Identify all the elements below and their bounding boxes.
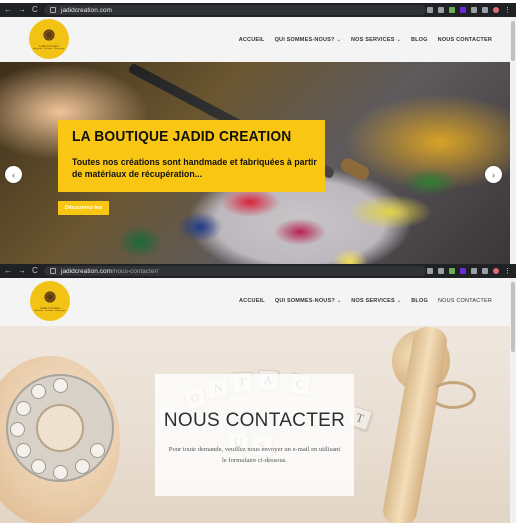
- extension-icon[interactable]: [449, 7, 455, 13]
- dial-hole: [90, 443, 105, 458]
- chevron-down-icon: ⌄: [336, 298, 342, 304]
- slider-prev-button[interactable]: ‹: [5, 166, 22, 183]
- menu-item-blog[interactable]: BLOG: [411, 37, 428, 43]
- address-bar[interactable]: jadidcreation.com: [44, 5, 426, 15]
- flower-icon: [42, 28, 56, 42]
- logo-tagline: Artisanat · Création · Recyclage: [33, 48, 65, 50]
- menu-item-blog[interactable]: BLOG: [411, 298, 428, 304]
- phone-cord-image: [430, 381, 476, 409]
- share-icon[interactable]: [427, 268, 433, 274]
- reload-icon[interactable]: C: [32, 6, 38, 14]
- site-logo[interactable]: Jadid Création Artisanat · Création · Re…: [30, 281, 70, 321]
- address-bar[interactable]: jadidcreation.com /nous-contacter/: [44, 266, 426, 276]
- dial-center-image: [36, 404, 84, 452]
- avatar[interactable]: [493, 7, 499, 13]
- lock-icon[interactable]: [50, 7, 56, 13]
- menu-item-accueil[interactable]: ACCUEIL: [239, 37, 265, 43]
- dial-hole: [16, 401, 31, 416]
- url-path: /nous-contacter/: [111, 267, 159, 275]
- menu-item-nous-contacter[interactable]: NOUS CONTACTER: [438, 298, 492, 304]
- chevron-down-icon: ⌄: [336, 37, 341, 43]
- dial-hole: [75, 459, 90, 474]
- menu-item-accueil[interactable]: ACCUEIL: [239, 298, 265, 304]
- chevron-down-icon: ⌄: [396, 298, 402, 304]
- scrollbar-thumb[interactable]: [511, 282, 515, 352]
- star-icon[interactable]: [438, 7, 444, 13]
- browser-nav: ← → C: [0, 6, 44, 14]
- puzzle-icon[interactable]: [471, 7, 477, 13]
- star-icon[interactable]: [438, 268, 444, 274]
- browser-toolbar: ← → C jadidcreation.com ⋮: [0, 3, 516, 17]
- menu-item-qui-sommes-nous[interactable]: QUI SOMMES-NOUS? ⌄: [275, 37, 341, 43]
- scrollbar[interactable]: [510, 17, 516, 264]
- hero-description: Toutes nos créations sont handmade et fa…: [72, 157, 317, 179]
- menu-item-nous-contacter[interactable]: NOUS CONTACTER: [438, 37, 492, 43]
- discover-button[interactable]: Découvrez-les: [58, 201, 109, 215]
- url-host: jadidcreation.com: [61, 6, 112, 14]
- share-icon[interactable]: [427, 7, 433, 13]
- site-header: Jadid Création Artisanat · Création · Re…: [0, 17, 516, 62]
- scrollbar[interactable]: [510, 278, 516, 523]
- hero-title: LA BOUTIQUE JADID CREATION: [72, 128, 292, 145]
- handset-image: [380, 326, 450, 523]
- menu-dots-icon[interactable]: ⋮: [504, 6, 511, 14]
- menu-item-nos-services[interactable]: NOS SERVICES ⌄: [351, 298, 401, 304]
- browser-toolbar: ← → C jadidcreation.com /nous-contacter/…: [0, 264, 516, 278]
- puzzle-icon[interactable]: [471, 268, 477, 274]
- main-menu: ACCUEIL QUI SOMMES-NOUS? ⌄ NOS SERVICES ⌄ …: [239, 37, 492, 43]
- page-title: NOUS CONTACTER: [163, 410, 346, 431]
- back-icon[interactable]: ←: [4, 267, 12, 275]
- dial-hole: [31, 459, 46, 474]
- brush-tip-image: [338, 155, 372, 183]
- dial-hole: [31, 384, 46, 399]
- flower-icon: [43, 290, 57, 304]
- reload-icon[interactable]: C: [32, 267, 38, 275]
- menu-label: QUI SOMMES-NOUS?: [274, 37, 335, 43]
- browser-nav: ← → C: [0, 267, 44, 275]
- menu-label: NOS SERVICES: [351, 37, 395, 43]
- forward-icon[interactable]: →: [18, 267, 26, 275]
- scrollbar-thumb[interactable]: [511, 21, 515, 61]
- slider-next-button[interactable]: ›: [485, 166, 502, 183]
- extensions-bar: ⋮: [427, 6, 516, 14]
- chevron-left-icon: ‹: [12, 169, 15, 180]
- promo-box: LA BOUTIQUE JADID CREATION Toutes nos cr…: [58, 120, 325, 192]
- dial-hole: [53, 465, 68, 480]
- extension-icon[interactable]: [449, 268, 455, 274]
- dial-hole: [10, 422, 25, 437]
- lock-icon[interactable]: [50, 268, 56, 274]
- contact-intro-text: Pour toute demande, veuillez nous envoye…: [168, 446, 341, 464]
- chevron-right-icon: ›: [492, 169, 495, 180]
- back-icon[interactable]: ←: [4, 6, 12, 14]
- avatar[interactable]: [493, 268, 499, 274]
- site-logo[interactable]: Jadid Création Artisanat · Création · Re…: [29, 19, 69, 59]
- extension-icon[interactable]: [460, 268, 466, 274]
- menu-label: NOS SERVICES: [351, 298, 395, 304]
- hero-slider: LA BOUTIQUE JADID CREATION Toutes nos cr…: [0, 62, 510, 264]
- sidepanel-icon[interactable]: [482, 7, 488, 13]
- url-host: jadidcreation.com: [61, 267, 112, 275]
- site-header: Jadid Création Artisanat · Création · Re…: [0, 278, 516, 326]
- menu-item-qui-sommes-nous[interactable]: QUI SOMMES-NOUS? ⌄: [275, 298, 341, 304]
- menu-item-nos-services[interactable]: NOS SERVICES ⌄: [351, 37, 401, 43]
- dial-hole: [53, 378, 68, 393]
- chevron-down-icon: ⌄: [396, 37, 401, 43]
- extensions-bar: ⋮: [427, 267, 516, 275]
- menu-label: QUI SOMMES-NOUS?: [274, 298, 335, 304]
- main-menu: ACCUEIL QUI SOMMES-NOUS? ⌄ NOS SERVICES ⌄ …: [239, 298, 492, 304]
- contact-card: NOUS CONTACTER Pour toute demande, veuil…: [155, 374, 354, 496]
- forward-icon[interactable]: →: [18, 6, 26, 14]
- dial-hole: [16, 443, 31, 458]
- extension-icon[interactable]: [460, 7, 466, 13]
- menu-dots-icon[interactable]: ⋮: [504, 267, 511, 275]
- sidepanel-icon[interactable]: [482, 268, 488, 274]
- logo-tagline: Artisanat · Création · Recyclage: [34, 310, 66, 312]
